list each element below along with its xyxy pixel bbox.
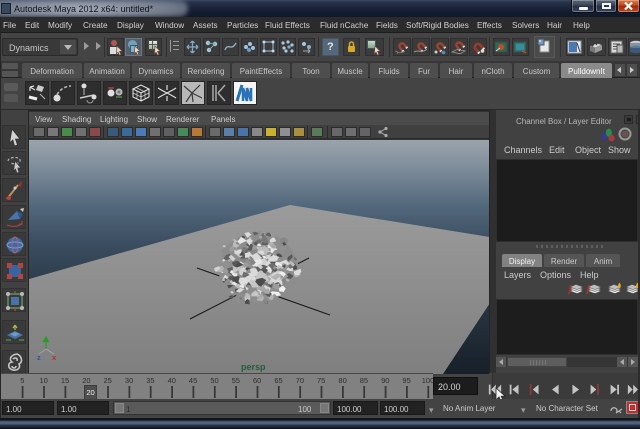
svg-text:75: 75 <box>317 376 325 385</box>
svg-text:20: 20 <box>82 376 90 385</box>
svg-text:30: 30 <box>125 376 133 385</box>
svg-text:5: 5 <box>20 376 24 385</box>
svg-text:15: 15 <box>61 376 69 385</box>
svg-text:70: 70 <box>296 376 304 385</box>
svg-text:35: 35 <box>146 376 154 385</box>
svg-text:55: 55 <box>232 376 240 385</box>
svg-text:85: 85 <box>360 376 368 385</box>
svg-text:persp: persp <box>241 362 266 372</box>
svg-text:40: 40 <box>168 376 176 385</box>
svg-text:25: 25 <box>104 376 112 385</box>
svg-text:65: 65 <box>274 376 282 385</box>
svg-text:50: 50 <box>210 376 218 385</box>
svg-text:10: 10 <box>40 376 48 385</box>
svg-text:60: 60 <box>253 376 261 385</box>
svg-text:100: 100 <box>422 376 433 385</box>
svg-text:45: 45 <box>189 376 197 385</box>
svg-text:90: 90 <box>381 376 389 385</box>
svg-text:z: z <box>37 353 41 362</box>
svg-text:95: 95 <box>402 376 410 385</box>
svg-text:80: 80 <box>338 376 346 385</box>
